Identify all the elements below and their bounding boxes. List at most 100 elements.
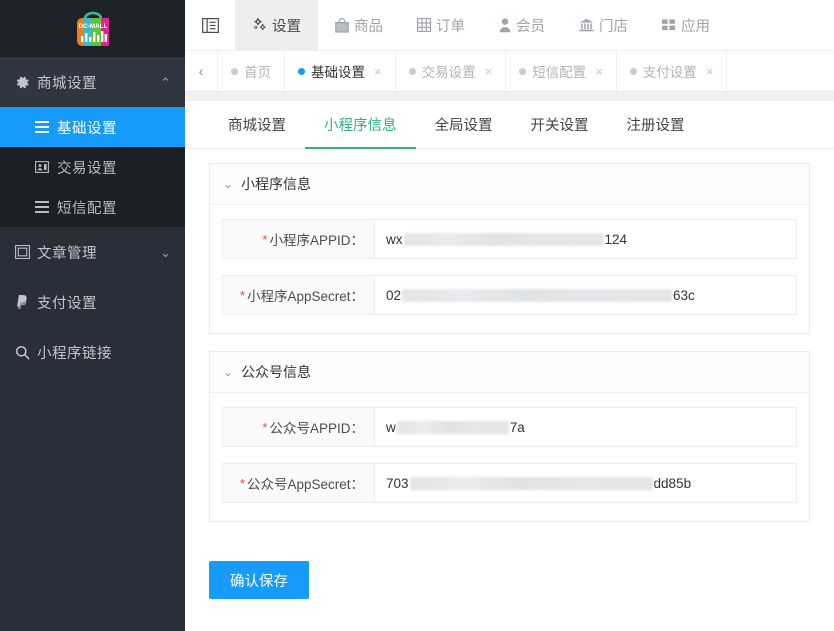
sidebar-group-header-articles[interactable]: 文章管理 ⌄ <box>0 227 185 277</box>
nav-item-settings[interactable]: 设置 <box>235 0 318 50</box>
section-body: * 公众号APPID： w 7a * 公众号AppSecret： 703 dd8… <box>210 393 809 521</box>
tab-label: 基础设置 <box>311 65 365 80</box>
tab-shop-settings[interactable]: 商城设置 <box>209 101 305 149</box>
user-icon <box>499 17 511 33</box>
nav-item-orders[interactable]: 订单 <box>400 0 482 50</box>
tab-close-icon[interactable]: × <box>595 65 603 78</box>
sidebar-item-miniprogram-link[interactable]: 小程序链接 <box>0 327 185 377</box>
field-miniprogram-appsecret: * 小程序AppSecret： 02 63c <box>222 275 797 315</box>
official-appid-input[interactable]: w 7a <box>375 408 796 446</box>
list-icon <box>31 121 53 133</box>
sidebar-item-sms-config[interactable]: 短信配置 <box>0 187 185 227</box>
section-header-miniprogram-info[interactable]: ⌄ 小程序信息 <box>210 164 809 205</box>
nav-item-label: 门店 <box>599 18 628 35</box>
masked-value <box>402 288 673 302</box>
tab-payment-settings[interactable]: 支付设置 × <box>617 51 728 91</box>
content-tab-label: 小程序信息 <box>324 117 397 134</box>
field-official-appid: * 公众号APPID： w 7a <box>222 407 797 447</box>
content-tab-label: 开关设置 <box>530 117 589 134</box>
sidebar-item-trade-settings[interactable]: 交易设置 <box>0 147 185 187</box>
sidebar-group-label: 文章管理 <box>37 245 97 262</box>
masked-value <box>409 476 653 490</box>
sidebar-item-label: 小程序链接 <box>37 345 112 362</box>
tab-close-icon[interactable]: × <box>706 65 714 78</box>
section-miniprogram-info: ⌄ 小程序信息 * 小程序APPID： wx 124 * 小程序AppSecre… <box>209 163 810 334</box>
logo-area[interactable]: DC-MALL <box>0 0 185 57</box>
tab-status-dot <box>629 67 637 75</box>
official-appsecret-input[interactable]: 703 dd85b <box>375 464 796 502</box>
nav-item-label: 商品 <box>354 18 383 35</box>
nav-item-label: 设置 <box>272 18 301 35</box>
section-official-account-info: ⌄ 公众号信息 * 公众号APPID： w 7a * 公众号AppSecret：… <box>209 351 810 522</box>
value-suffix: dd85b <box>653 475 692 491</box>
tab-label: 短信配置 <box>532 65 587 80</box>
confirm-save-button[interactable]: 确认保存 <box>209 561 309 599</box>
value-suffix: 124 <box>604 231 628 247</box>
tab-label: 首页 <box>244 65 271 80</box>
masked-value <box>403 232 604 246</box>
nav-item-apps[interactable]: 应用 <box>645 0 727 50</box>
field-label-text: 小程序AppSecret： <box>246 289 364 304</box>
value-prefix: wx <box>386 231 403 247</box>
collapse-menu-icon[interactable] <box>185 0 235 50</box>
tab-close-icon[interactable]: × <box>485 65 493 78</box>
value-prefix: w <box>386 419 396 435</box>
sidebar-submenu: 基础设置 交易设置 短信配置 <box>0 107 185 227</box>
section-body: * 小程序APPID： wx 124 * 小程序AppSecret： 02 63… <box>210 205 809 333</box>
chevron-down-icon: ⌄ <box>223 177 234 191</box>
paypal-icon <box>11 294 33 310</box>
tab-basic-settings[interactable]: 基础设置 × <box>285 51 396 91</box>
tab-scroll-left-icon[interactable]: ‹ <box>185 51 218 91</box>
sidebar: DC-MALL 商城设置 ⌃ 基础设置 交易设置 短信配置 文章管理 ⌄ 支付设… <box>0 0 185 631</box>
tab-trade-settings[interactable]: 交易设置 × <box>396 51 507 91</box>
content-tab-label: 全局设置 <box>434 117 493 134</box>
search-icon <box>11 345 33 360</box>
field-miniprogram-appid: * 小程序APPID： wx 124 <box>222 219 797 259</box>
tab-bar: ‹ 首页 基础设置 × 交易设置 × 短信配置 × 支付设置 × <box>185 51 834 92</box>
article-icon <box>11 245 33 259</box>
miniprogram-appid-input[interactable]: wx 124 <box>375 220 796 258</box>
settings-card: 商城设置 小程序信息 全局设置 开关设置 注册设置 ⌄ 小程序信息 * 小程序A… <box>185 101 834 631</box>
field-label-text: 公众号AppSecret： <box>246 477 364 492</box>
tab-close-icon[interactable]: × <box>374 65 382 78</box>
field-official-appsecret: * 公众号AppSecret： 703 dd85b <box>222 463 797 503</box>
dcmall-logo: DC-MALL <box>69 7 117 51</box>
tab-register-settings[interactable]: 注册设置 <box>608 101 704 149</box>
field-label: * 小程序AppSecret： <box>223 276 375 314</box>
tab-home[interactable]: 首页 <box>218 51 285 91</box>
nav-item-members[interactable]: 会员 <box>482 0 562 50</box>
svg-text:DC-MALL: DC-MALL <box>78 23 107 30</box>
sidebar-item-payment-settings[interactable]: 支付设置 <box>0 277 185 327</box>
nav-item-products[interactable]: 商品 <box>318 0 400 50</box>
sidebar-item-basic-settings[interactable]: 基础设置 <box>0 107 185 147</box>
nav-item-label: 应用 <box>681 18 710 35</box>
tab-sms-config[interactable]: 短信配置 × <box>506 51 617 91</box>
nav-item-stores[interactable]: 门店 <box>562 0 645 50</box>
field-label: * 公众号APPID： <box>223 408 375 446</box>
bag-icon <box>335 17 349 33</box>
lines-icon <box>31 201 53 213</box>
gear-icon <box>11 75 33 90</box>
nav-item-label: 会员 <box>516 18 545 35</box>
tab-global-settings[interactable]: 全局设置 <box>416 101 512 149</box>
sidebar-group-label: 商城设置 <box>37 75 97 92</box>
section-title: 小程序信息 <box>241 176 312 192</box>
value-prefix: 703 <box>386 475 409 491</box>
tab-switch-settings[interactable]: 开关设置 <box>512 101 608 149</box>
field-label: * 公众号AppSecret： <box>223 464 375 502</box>
content-tab-label: 商城设置 <box>228 117 286 134</box>
nav-item-label: 订单 <box>436 18 465 35</box>
logo-icon: DC-MALL <box>76 11 109 46</box>
sidebar-group-header-shop-settings[interactable]: 商城设置 ⌃ <box>0 57 185 107</box>
tab-label: 交易设置 <box>421 65 476 80</box>
tab-miniprogram-info[interactable]: 小程序信息 <box>305 101 416 149</box>
section-header-official-account-info[interactable]: ⌄ 公众号信息 <box>210 352 809 393</box>
field-label-text: 公众号APPID： <box>269 421 364 436</box>
sidebar-item-label: 支付设置 <box>37 295 97 312</box>
miniprogram-appsecret-input[interactable]: 02 63c <box>375 276 796 314</box>
chevron-down-icon: ⌄ <box>160 244 171 260</box>
sidebar-group-shop-settings: 商城设置 ⌃ 基础设置 交易设置 短信配置 <box>0 57 185 227</box>
sidebar-item-label: 短信配置 <box>57 200 117 217</box>
grid-icon <box>417 18 431 32</box>
chevron-down-icon: ⌄ <box>223 365 234 379</box>
